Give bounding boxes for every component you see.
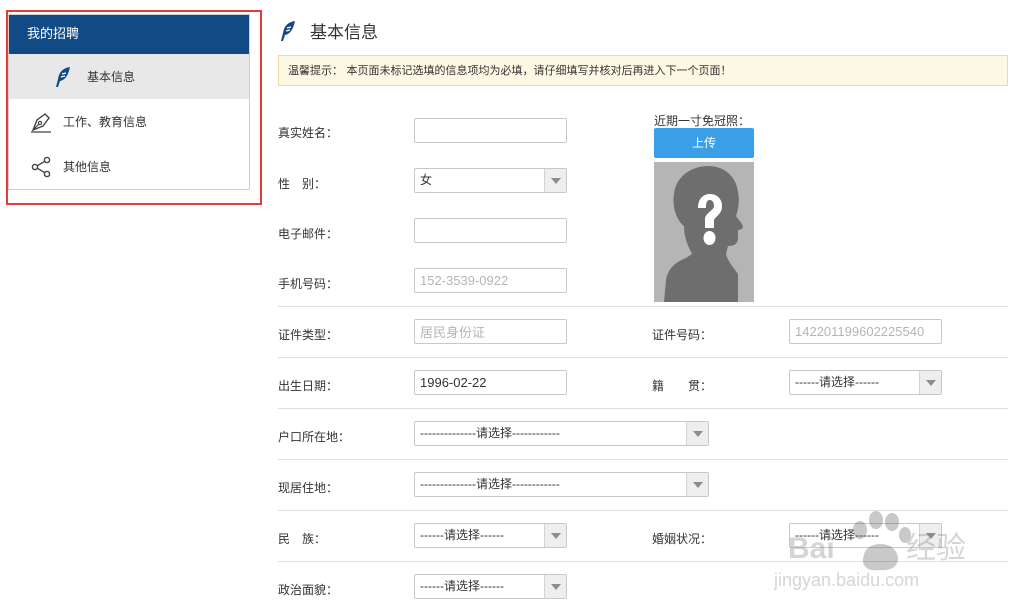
origin-select-value: ------请选择------ — [795, 375, 879, 389]
sidebar-header: 我的招聘 — [9, 15, 249, 54]
phone-label: 手机号码： — [278, 277, 339, 291]
sidebar-item-basic-info[interactable]: 基本信息 — [9, 54, 249, 99]
chevron-down-icon — [919, 371, 941, 394]
id-number-label: 证件号码： — [652, 328, 713, 342]
hukou-select[interactable]: --------------请选择------------ — [414, 421, 709, 446]
ethnicity-select[interactable]: ------请选择------ — [414, 523, 567, 548]
political-select[interactable]: ------请选择------ — [414, 574, 567, 599]
page-title: 基本信息 — [278, 18, 378, 43]
origin-label: 籍 贯： — [652, 379, 713, 393]
photo-label: 近期一寸免冠照： — [654, 114, 751, 128]
divider — [278, 459, 1008, 460]
baidu-watermark: Bai 经验 jingyan.baidu.com — [760, 500, 1010, 595]
upload-button[interactable]: 上传 — [654, 128, 754, 158]
notice-banner: 温馨提示： 本页面未标记选填的信息项均为必填，请仔细填写并核对后再进入下一个页面… — [278, 55, 1008, 86]
divider — [278, 357, 1008, 358]
birth-label: 出生日期： — [278, 379, 339, 393]
sidebar-item-other-info[interactable]: 其他信息 — [9, 144, 249, 189]
email-label: 电子邮件： — [278, 227, 339, 241]
sidebar: 我的招聘 基本信息 工作、教育信息 其他信息 — [8, 14, 250, 190]
quill-icon — [51, 65, 75, 89]
svg-text:经验: 经验 — [906, 532, 966, 565]
chevron-down-icon — [544, 524, 566, 547]
share-icon — [29, 155, 53, 179]
ethnicity-label: 民 族： — [278, 532, 327, 546]
chevron-down-icon — [544, 169, 566, 192]
sidebar-item-label: 工作、教育信息 — [63, 115, 148, 129]
residence-select[interactable]: --------------请选择------------ — [414, 472, 709, 497]
gender-select[interactable]: 女 — [414, 168, 567, 193]
divider — [278, 408, 1008, 409]
name-label: 真实姓名： — [278, 126, 339, 140]
email-field[interactable] — [414, 218, 567, 243]
residence-label: 现居住地： — [278, 481, 339, 495]
gender-label: 性 别： — [278, 177, 327, 191]
baidu-paw-icon: Bai 经验 jingyan.baidu.com — [773, 511, 966, 590]
quill-icon — [278, 20, 300, 42]
id-number-input[interactable] — [789, 319, 942, 344]
hukou-select-value: --------------请选择------------ — [420, 426, 560, 440]
political-label: 政治面貌： — [278, 583, 339, 597]
chevron-down-icon — [686, 422, 708, 445]
person-question-icon — [664, 166, 743, 302]
sidebar-item-label: 基本信息 — [87, 70, 136, 84]
sidebar-item-label: 其他信息 — [63, 160, 112, 174]
svg-text:Bai: Bai — [788, 532, 835, 565]
chevron-down-icon — [544, 575, 566, 598]
birth-date-input[interactable] — [414, 370, 567, 395]
chevron-down-icon — [686, 473, 708, 496]
phone-field[interactable] — [414, 268, 567, 293]
marital-label: 婚姻状况： — [652, 532, 713, 546]
political-select-value: ------请选择------ — [420, 579, 504, 593]
name-input[interactable] — [414, 118, 567, 143]
origin-select[interactable]: ------请选择------ — [789, 370, 942, 395]
ethnicity-select-value: ------请选择------ — [420, 528, 504, 542]
hukou-label: 户口所在地： — [278, 430, 351, 444]
watermark-url: jingyan.baidu.com — [773, 570, 919, 590]
id-type-label: 证件类型： — [278, 328, 339, 342]
id-type-input[interactable] — [414, 319, 567, 344]
residence-select-value: --------------请选择------------ — [420, 477, 560, 491]
gender-select-value: 女 — [420, 173, 433, 187]
pen-tool-icon — [29, 110, 53, 134]
sidebar-item-work-education[interactable]: 工作、教育信息 — [9, 99, 249, 144]
photo-placeholder — [654, 162, 754, 302]
divider — [278, 306, 1008, 307]
page-title-text: 基本信息 — [310, 23, 378, 43]
